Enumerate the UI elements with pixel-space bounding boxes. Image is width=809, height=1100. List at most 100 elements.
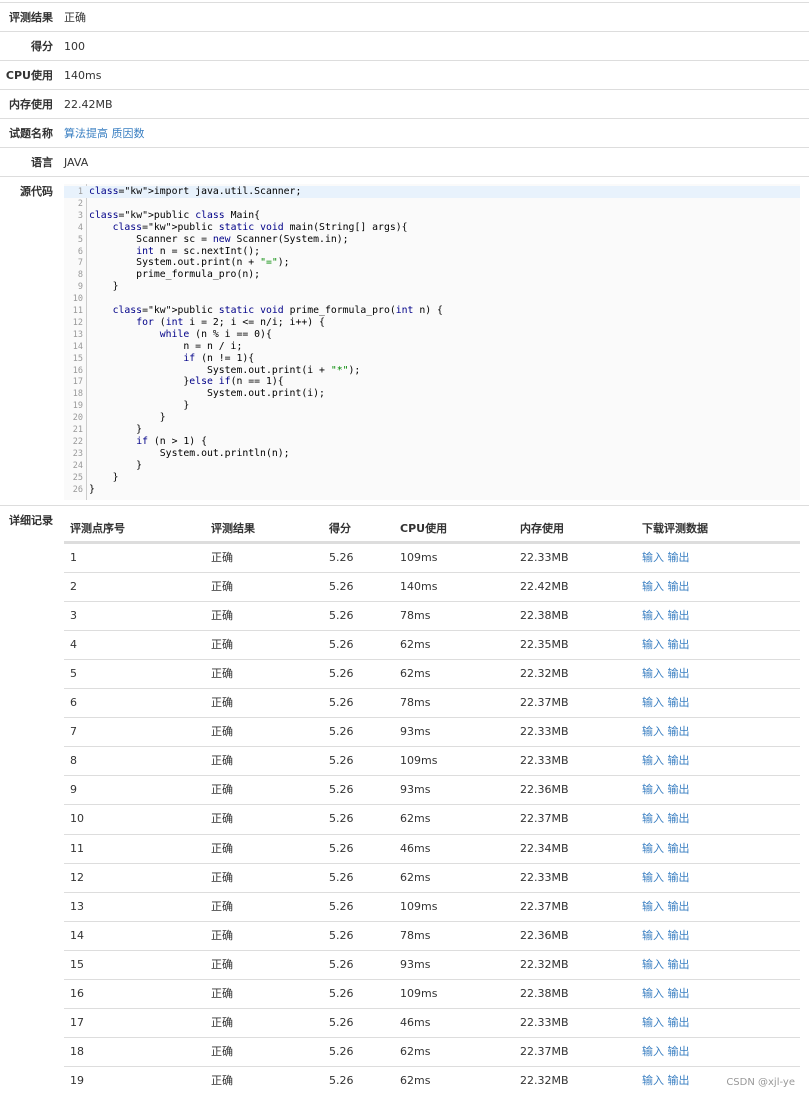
- case-cpu: 93ms: [400, 725, 431, 739]
- download-output-link[interactable]: 输出: [668, 871, 690, 884]
- score-label: 得分: [31, 40, 53, 53]
- summary-row-result: 评测结果 正确: [0, 3, 809, 32]
- summary-row-cpu: CPU使用 140ms: [0, 61, 809, 90]
- download-input-link[interactable]: 输入: [642, 696, 664, 709]
- download-input-link[interactable]: 输入: [642, 842, 664, 855]
- code-text: }: [89, 400, 190, 412]
- download-input-link[interactable]: 输入: [642, 638, 664, 651]
- case-cpu: 46ms: [400, 841, 431, 855]
- line-number: 11: [72, 306, 83, 316]
- download-input-link[interactable]: 输入: [642, 551, 664, 564]
- download-output-link[interactable]: 输出: [668, 812, 690, 825]
- code-viewer[interactable]: 1 class="kw">import java.util.Scanner; 2 3 c…: [64, 184, 800, 500]
- case-number: 15: [70, 957, 84, 971]
- download-links: 输入 输出: [642, 980, 690, 1008]
- download-output-link[interactable]: 输出: [668, 667, 690, 680]
- case-result: 正确: [211, 551, 233, 564]
- download-output-link[interactable]: 输出: [668, 551, 690, 564]
- table-row: 7 正确 5.26 93ms 22.33MB 输入 输出: [64, 717, 800, 746]
- code-line: 6 int n = sc.nextInt();: [64, 246, 800, 258]
- line-number: 22: [72, 436, 83, 447]
- case-memory: 22.36MB: [520, 928, 569, 942]
- download-output-link[interactable]: 输出: [668, 696, 690, 709]
- download-output-link[interactable]: 输出: [668, 929, 690, 942]
- download-input-link[interactable]: 输入: [642, 725, 664, 738]
- case-cpu: 62ms: [400, 870, 431, 884]
- table-row: 1 正确 5.26 109ms 22.33MB 输入 输出: [64, 543, 800, 572]
- download-input-link[interactable]: 输入: [642, 1074, 664, 1087]
- code-text: while (n % i == 0){: [159, 328, 272, 340]
- case-memory: 22.32MB: [520, 1073, 569, 1087]
- download-output-link[interactable]: 输出: [668, 842, 690, 855]
- table-row: 13 正确 5.26 109ms 22.37MB 输入 输出: [64, 891, 800, 921]
- case-score: 5.26: [329, 899, 354, 913]
- line-number: 26: [72, 484, 83, 495]
- download-output-link[interactable]: 输出: [668, 1045, 690, 1058]
- download-input-link[interactable]: 输入: [642, 958, 664, 971]
- download-input-link[interactable]: 输入: [642, 754, 664, 767]
- download-output-link[interactable]: 输出: [668, 580, 690, 593]
- case-cpu: 109ms: [400, 551, 438, 564]
- download-output-link[interactable]: 输出: [668, 783, 690, 796]
- download-links: 输入 输出: [642, 1067, 690, 1095]
- details-label: 详细记录: [9, 514, 53, 527]
- problem-link[interactable]: 算法提高 质因数: [64, 119, 145, 148]
- code-line: 23 System.out.println(n);: [64, 448, 800, 460]
- case-memory: 22.38MB: [520, 609, 569, 623]
- result-label: 评测结果: [9, 11, 53, 24]
- download-input-link[interactable]: 输入: [642, 987, 664, 1000]
- case-number: 9: [70, 783, 77, 797]
- case-cpu: 62ms: [400, 1073, 431, 1087]
- download-input-link[interactable]: 输入: [642, 812, 664, 825]
- download-output-link[interactable]: 输出: [668, 958, 690, 971]
- download-output-link[interactable]: 输出: [668, 900, 690, 913]
- code-line: 19 }: [64, 400, 800, 412]
- line-number: 21: [72, 425, 83, 435]
- code-text: int n = sc.nextInt();: [136, 245, 261, 257]
- download-links: 输入 输出: [642, 544, 690, 572]
- download-input-link[interactable]: 输入: [642, 900, 664, 913]
- line-number: 3: [77, 210, 83, 221]
- code-text: }: [89, 424, 143, 435]
- download-links: 输入 输出: [642, 893, 690, 921]
- table-row: 17 正确 5.26 46ms 22.33MB 输入 输出: [64, 1007, 800, 1037]
- download-input-link[interactable]: 输入: [642, 871, 664, 884]
- download-input-link[interactable]: 输入: [642, 667, 664, 680]
- download-input-link[interactable]: 输入: [642, 609, 664, 622]
- case-number: 6: [70, 696, 77, 710]
- code-text: System.out.print(i + "*");: [89, 364, 361, 376]
- case-number: 3: [70, 609, 77, 623]
- case-memory: 22.33MB: [520, 870, 569, 884]
- download-output-link[interactable]: 输出: [668, 754, 690, 767]
- case-score: 5.26: [329, 1015, 354, 1029]
- case-memory: 22.33MB: [520, 725, 569, 739]
- download-input-link[interactable]: 输入: [642, 783, 664, 796]
- case-score: 5.26: [329, 1044, 354, 1058]
- case-cpu: 62ms: [400, 1044, 431, 1058]
- download-output-link[interactable]: 输出: [668, 609, 690, 622]
- case-score: 5.26: [329, 957, 354, 971]
- download-links: 输入 输出: [642, 747, 690, 775]
- result-value: 正确: [64, 11, 86, 24]
- case-result: 正确: [211, 580, 233, 594]
- case-result: 正确: [211, 609, 233, 623]
- case-number: 12: [70, 870, 84, 884]
- line-number: 17: [72, 377, 83, 388]
- line-number: 10: [72, 294, 83, 305]
- download-input-link[interactable]: 输入: [642, 1016, 664, 1029]
- table-row: 4 正确 5.26 62ms 22.35MB 输入 输出: [64, 630, 800, 659]
- table-row: 11 正确 5.26 46ms 22.34MB 输入 输出: [64, 833, 800, 863]
- download-output-link[interactable]: 输出: [668, 987, 690, 1000]
- download-input-link[interactable]: 输入: [642, 1045, 664, 1058]
- case-result: 正确: [211, 812, 233, 826]
- download-input-link[interactable]: 输入: [642, 929, 664, 942]
- download-output-link[interactable]: 输出: [668, 725, 690, 738]
- code-text: Scanner sc = new Scanner(System.in);: [89, 233, 349, 245]
- case-memory: 22.33MB: [520, 551, 569, 564]
- download-output-link[interactable]: 输出: [668, 638, 690, 651]
- download-input-link[interactable]: 输入: [642, 580, 664, 593]
- code-line: 14 n = n / i;: [64, 341, 800, 353]
- download-output-link[interactable]: 输出: [668, 1074, 690, 1087]
- download-output-link[interactable]: 输出: [668, 1016, 690, 1029]
- case-memory: 22.35MB: [520, 638, 569, 652]
